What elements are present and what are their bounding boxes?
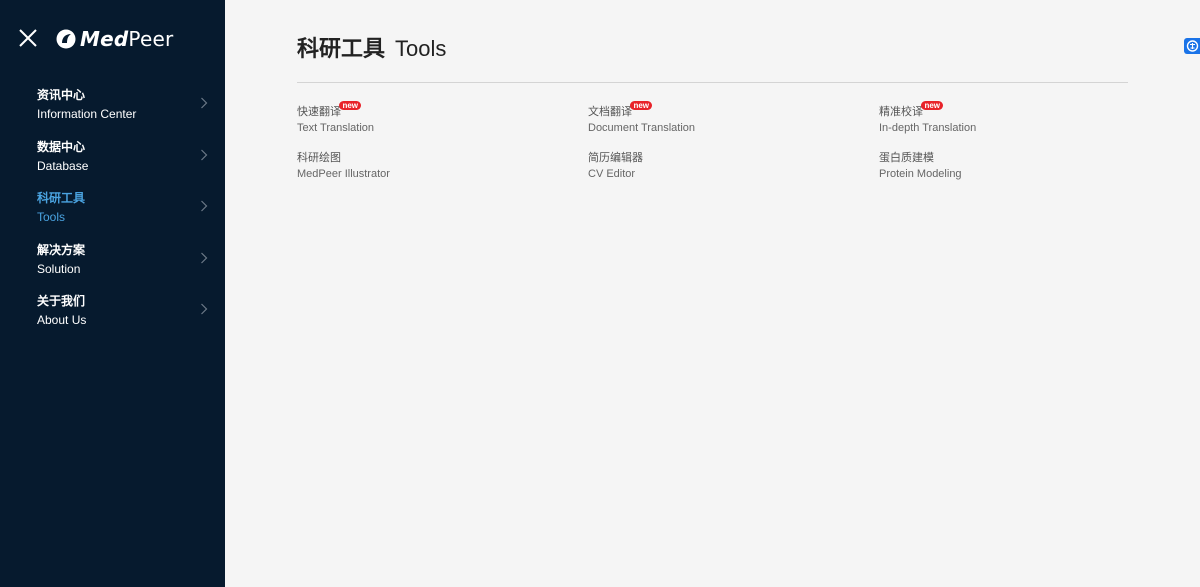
nav-label-zh: 数据中心 xyxy=(37,139,86,154)
chevron-right-icon xyxy=(201,149,208,160)
app: MedPeer 资讯中心 Information Center 数据中心 Dat… xyxy=(0,0,1200,587)
tool-label-en: CV Editor xyxy=(588,168,636,180)
page-title: 科研工具 Tools xyxy=(297,34,446,64)
tool-label-zh: 文档翻译 new xyxy=(588,101,652,120)
tool-label-en: Text Translation xyxy=(297,122,375,134)
medpeer-logo[interactable]: MedPeer xyxy=(56,27,173,51)
medpeer-logo-icon xyxy=(56,29,76,49)
sidebar-item-information-center[interactable]: 资讯中心 Information Center xyxy=(0,82,225,134)
chevron-right-icon xyxy=(201,252,208,263)
sidebar-item-solution[interactable]: 解决方案 Solution xyxy=(0,237,225,289)
tool-document-translation[interactable]: 文档翻译 new Document Translation xyxy=(588,101,848,135)
nav-label-zh: 资讯中心 xyxy=(37,88,86,102)
brand-name: MedPeer xyxy=(80,27,174,51)
tool-cv-editor[interactable]: 简历编辑器 CV Editor xyxy=(588,148,848,181)
tool-protein-modeling[interactable]: 蛋白质建模 Protein Modeling xyxy=(879,148,1139,181)
nav-label-en: Database xyxy=(37,158,89,173)
new-badge: new xyxy=(921,101,943,110)
nav-label-en: Tools xyxy=(37,210,66,224)
nav-label-zh: 关于我们 xyxy=(37,294,86,308)
title-divider xyxy=(297,82,1128,83)
tool-label-en: Protein Modeling xyxy=(879,168,962,180)
translate-widget-icon[interactable] xyxy=(1184,38,1200,54)
nav-label-zh: 解决方案 xyxy=(37,242,86,257)
sidebar-header: MedPeer xyxy=(0,0,225,76)
nav-label-zh: 科研工具 xyxy=(37,191,86,205)
tool-in-depth-translation[interactable]: 精准校译 new In-depth Translation xyxy=(879,101,1139,135)
chevron-right-icon xyxy=(201,200,208,212)
nav-label-en: About Us xyxy=(37,313,87,327)
sidebar: MedPeer 资讯中心 Information Center 数据中心 Dat… xyxy=(0,0,225,587)
tool-label-zh: 简历编辑器 xyxy=(588,152,643,164)
sidebar-nav: 资讯中心 Information Center 数据中心 Database 科研… xyxy=(0,82,225,340)
tool-label-zh: 精准校译 new xyxy=(879,101,943,120)
tool-text-translation[interactable]: 快速翻译 new Text Translation xyxy=(297,101,557,135)
chevron-right-icon xyxy=(201,97,208,109)
page-title-en: Tools xyxy=(395,36,447,61)
chevron-right-icon xyxy=(201,303,208,315)
sidebar-item-database[interactable]: 数据中心 Database xyxy=(0,134,225,186)
sidebar-item-about-us[interactable]: 关于我们 About Us xyxy=(0,288,225,340)
tool-label-en: In-depth Translation xyxy=(879,122,977,134)
new-badge: new xyxy=(339,101,361,110)
tool-label-en: Document Translation xyxy=(588,122,695,134)
nav-label-en: Information Center xyxy=(37,107,137,121)
tool-label-zh: 快速翻译 new xyxy=(297,101,361,120)
tool-label-zh: 科研绘图 xyxy=(297,152,341,164)
sidebar-item-tools[interactable]: 科研工具 Tools xyxy=(0,185,225,237)
main-content: 科研工具 Tools 快速翻译 new Text Translation 文档翻译 n… xyxy=(225,0,1200,587)
tool-medpeer-illustrator[interactable]: 科研绘图 MedPeer Illustrator xyxy=(297,148,557,181)
nav-label-en: Solution xyxy=(37,261,81,276)
tool-label-zh: 蛋白质建模 xyxy=(879,152,934,164)
close-icon[interactable] xyxy=(17,27,39,49)
tool-label-en: MedPeer Illustrator xyxy=(297,168,390,180)
new-badge: new xyxy=(630,101,652,110)
page-title-zh: 科研工具 xyxy=(297,36,386,61)
